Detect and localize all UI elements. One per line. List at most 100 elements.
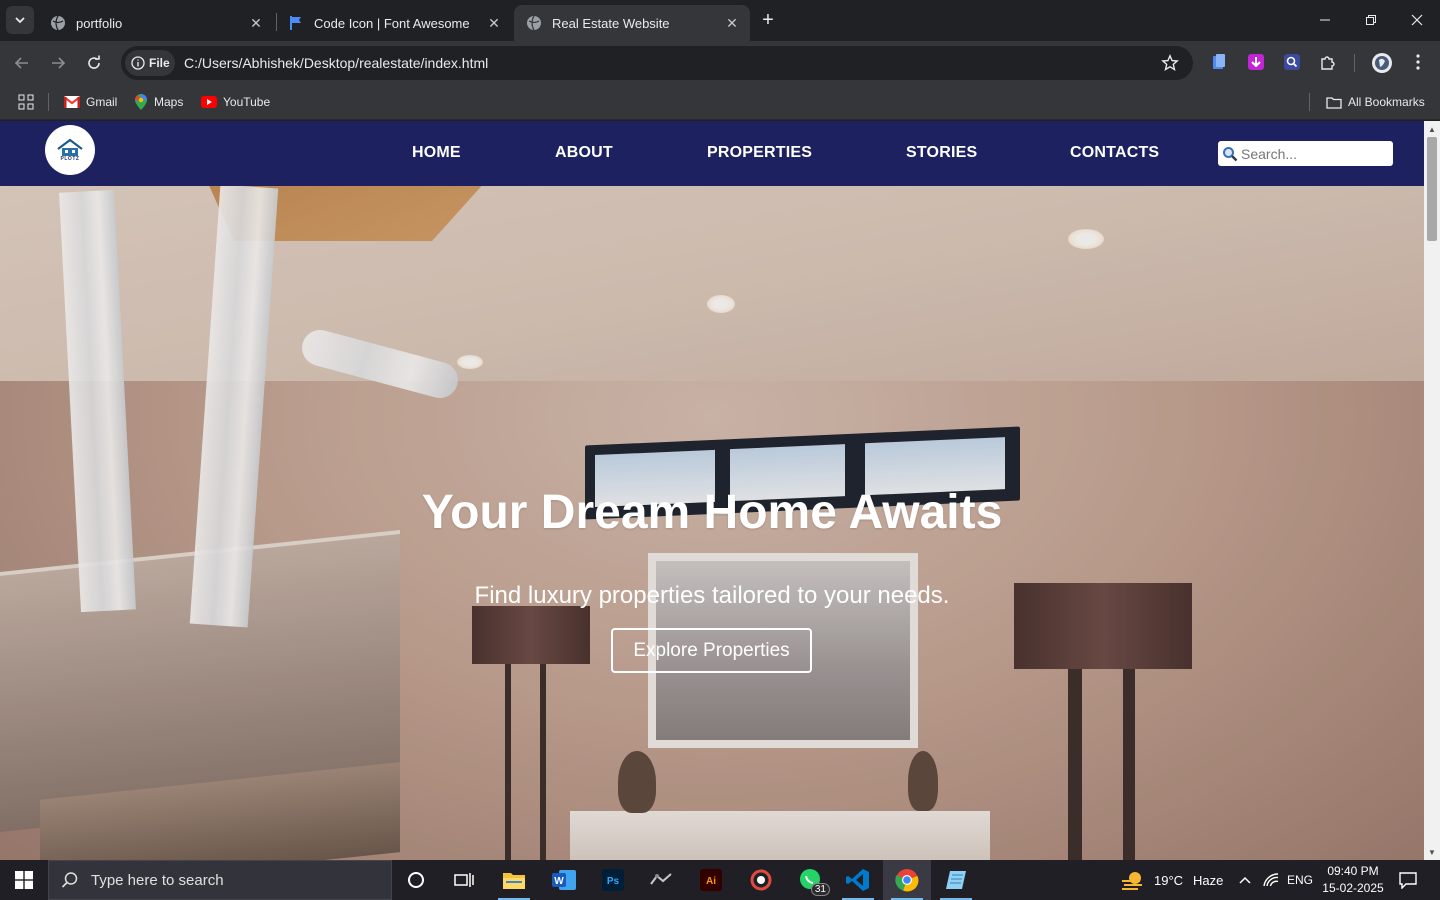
- svg-text:Ai: Ai: [706, 876, 716, 887]
- notepad-icon[interactable]: [932, 860, 980, 900]
- logo-text: PLOTZ: [60, 156, 80, 162]
- haze-weather-icon: [1122, 872, 1142, 890]
- reload-button[interactable]: [80, 49, 108, 77]
- weather-condition: Haze: [1193, 872, 1224, 888]
- app-icon[interactable]: [637, 860, 685, 900]
- word-icon[interactable]: W: [540, 860, 588, 900]
- kebab-menu-icon: [1416, 54, 1420, 70]
- search-icon: [61, 872, 78, 888]
- folder-icon: [1326, 96, 1342, 109]
- bookmark-gmail[interactable]: Gmail: [64, 92, 117, 112]
- svg-text:W: W: [554, 876, 564, 887]
- browser-menu-button[interactable]: [1408, 52, 1428, 72]
- nav-link-contacts[interactable]: CONTACTS: [1070, 144, 1159, 162]
- bookmark-separator: [1309, 93, 1310, 111]
- nav-link-stories[interactable]: STORIES: [906, 144, 977, 162]
- tab-close-icon[interactable]: ✕: [486, 15, 502, 31]
- minimize-button[interactable]: [1302, 0, 1348, 40]
- site-search-input[interactable]: [1241, 145, 1391, 162]
- tab-close-icon[interactable]: ✕: [724, 15, 740, 31]
- tab-close-icon[interactable]: ✕: [248, 15, 264, 31]
- tab-real-estate[interactable]: Real Estate Website ✕: [514, 5, 750, 41]
- windows-taskbar: Type here to search W Ps Ai 31 19°C Haze: [0, 860, 1440, 900]
- back-button[interactable]: [8, 49, 36, 77]
- taskbar-search-box[interactable]: Type here to search: [48, 860, 392, 900]
- address-bar[interactable]: File C:/Users/Abhishek/Desktop/realestat…: [121, 46, 1193, 80]
- notification-badge: 31: [810, 883, 830, 896]
- tab-portfolio[interactable]: portfolio ✕: [38, 5, 274, 41]
- hero-section: PLOTZ HOME ABOUT PROPERTIES STORIES CONT…: [0, 121, 1424, 860]
- bookmark-youtube[interactable]: YouTube: [201, 92, 270, 112]
- notification-center-icon[interactable]: [1396, 860, 1420, 900]
- language-indicator[interactable]: ENG: [1287, 860, 1313, 900]
- scroll-up-icon[interactable]: ▲: [1424, 121, 1440, 137]
- all-bookmarks-label: All Bookmarks: [1348, 95, 1425, 109]
- file-explorer-icon[interactable]: [490, 860, 538, 900]
- scroll-down-icon[interactable]: ▼: [1424, 844, 1440, 860]
- svg-text:Ps: Ps: [607, 876, 620, 887]
- taskbar-search-placeholder: Type here to search: [91, 871, 224, 889]
- profile-avatar[interactable]: [1370, 51, 1394, 75]
- all-bookmarks-button[interactable]: All Bookmarks: [1326, 92, 1425, 112]
- tab-search-button[interactable]: [6, 6, 34, 34]
- reload-icon: [88, 55, 100, 69]
- nav-link-about[interactable]: ABOUT: [555, 144, 613, 162]
- extension-search-icon[interactable]: [1282, 52, 1302, 72]
- page-scrollbar[interactable]: ▲ ▼: [1424, 121, 1440, 860]
- clock-date: 15-02-2025: [1322, 881, 1384, 895]
- apps-grid-icon: [18, 94, 34, 110]
- extensions-puzzle-icon[interactable]: [1318, 52, 1338, 72]
- forward-button[interactable]: [44, 49, 72, 77]
- vscode-icon[interactable]: [834, 860, 882, 900]
- site-search-box[interactable]: [1218, 141, 1393, 166]
- windows-logo-icon: [15, 871, 33, 889]
- tab-title: Real Estate Website: [552, 15, 670, 31]
- whatsapp-icon[interactable]: 31: [786, 860, 834, 900]
- new-tab-button[interactable]: +: [756, 8, 780, 32]
- bookmark-label: Maps: [154, 95, 184, 109]
- extension-docs-icon[interactable]: [1209, 52, 1229, 72]
- cortana-icon[interactable]: [392, 860, 440, 900]
- arrow-right-icon: [52, 57, 66, 69]
- restore-button[interactable]: [1348, 0, 1394, 40]
- chevron-down-icon: [15, 17, 25, 24]
- arrow-left-icon: [14, 57, 28, 69]
- extension-download-icon[interactable]: [1246, 52, 1266, 72]
- hero-subtitle: Find luxury properties tailored to your …: [474, 582, 950, 609]
- youtube-icon: [201, 96, 217, 108]
- chrome-icon[interactable]: [883, 860, 931, 900]
- bookmark-maps[interactable]: Maps: [134, 92, 183, 112]
- explore-properties-button[interactable]: Explore Properties: [611, 628, 812, 673]
- weather-temperature: 19°C: [1154, 872, 1184, 888]
- nav-link-home[interactable]: HOME: [412, 144, 461, 162]
- bookmark-label: YouTube: [223, 95, 271, 109]
- close-window-button[interactable]: [1394, 0, 1440, 40]
- taskbar-clock[interactable]: 09:40 PM 15-02-2025: [1318, 863, 1388, 897]
- tab-font-awesome[interactable]: Code Icon | Font Awesome ✕: [276, 5, 512, 41]
- site-logo[interactable]: PLOTZ: [45, 125, 95, 175]
- wifi-icon[interactable]: [1262, 860, 1280, 900]
- site-info-chip[interactable]: File: [125, 50, 175, 76]
- flag-icon: [288, 15, 304, 31]
- apps-grid-button[interactable]: [18, 92, 34, 112]
- clock-time: 09:40 PM: [1327, 864, 1379, 878]
- bookmark-separator: [48, 93, 49, 111]
- url-text[interactable]: C:/Users/Abhishek/Desktop/realestate/ind…: [184, 55, 488, 71]
- task-view-icon[interactable]: [440, 860, 488, 900]
- illustrator-icon[interactable]: Ai: [687, 860, 735, 900]
- start-button[interactable]: [0, 860, 48, 900]
- bookmark-star-icon[interactable]: [1161, 54, 1179, 77]
- browser-toolbar: File C:/Users/Abhishek/Desktop/realestat…: [0, 41, 1440, 85]
- photoshop-icon[interactable]: Ps: [589, 860, 637, 900]
- nav-link-properties[interactable]: PROPERTIES: [707, 144, 812, 162]
- minimize-icon: [1320, 19, 1330, 21]
- davinci-icon[interactable]: [737, 860, 785, 900]
- weather-widget[interactable]: 19°C Haze: [1120, 860, 1223, 900]
- avatar-icon: [1372, 53, 1392, 73]
- scrollbar-thumb[interactable]: [1427, 137, 1437, 241]
- scheme-label: File: [149, 56, 170, 70]
- tab-title: Code Icon | Font Awesome: [314, 15, 470, 31]
- show-hidden-icons-button[interactable]: [1236, 860, 1254, 900]
- globe-icon: [526, 15, 542, 31]
- bookmarks-bar: Gmail Maps YouTube All Bookmarks: [0, 85, 1440, 120]
